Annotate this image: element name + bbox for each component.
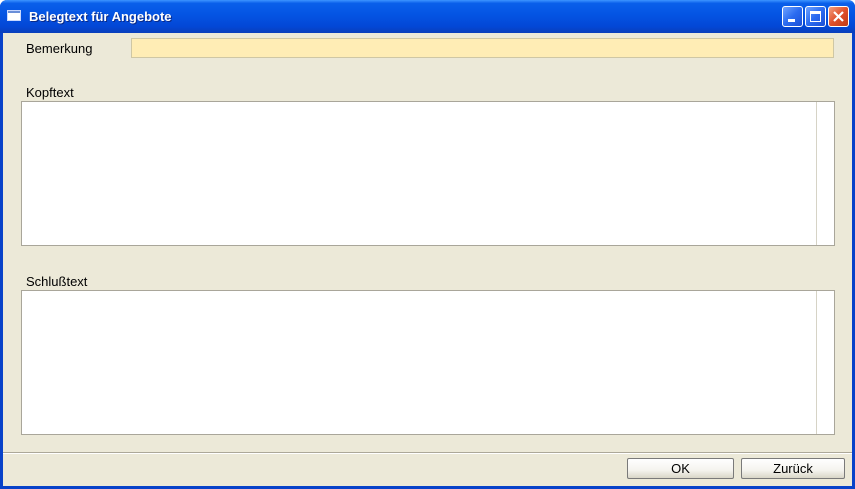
bemerkung-input[interactable] — [131, 38, 834, 58]
schlusstext-area[interactable] — [21, 290, 835, 435]
schlusstext-label: Schlußtext — [26, 274, 88, 289]
bemerkung-label: Bemerkung — [26, 41, 93, 56]
maximize-icon — [810, 11, 821, 22]
ok-button[interactable]: OK — [627, 458, 734, 479]
window-title: Belegtext für Angebote — [29, 9, 172, 24]
close-button[interactable] — [828, 6, 849, 27]
maximize-button[interactable] — [805, 6, 826, 27]
back-button[interactable]: Zurück — [741, 458, 845, 479]
title-bar[interactable]: Belegtext für Angebote — [0, 0, 855, 33]
kopftext-textarea[interactable] — [22, 102, 815, 245]
schlusstext-textarea[interactable] — [22, 291, 815, 434]
footer-separator — [3, 452, 852, 454]
schlusstext-scrollbar[interactable] — [816, 291, 834, 434]
window-app-icon — [7, 10, 21, 21]
dialog-window: Belegtext für Angebote Bemerkung Kopftex… — [0, 0, 855, 489]
kopftext-scrollbar[interactable] — [816, 102, 834, 245]
minimize-button[interactable] — [782, 6, 803, 27]
kopftext-label: Kopftext — [26, 85, 74, 100]
kopftext-area[interactable] — [21, 101, 835, 246]
close-icon — [833, 11, 844, 22]
minimize-icon — [788, 19, 795, 22]
